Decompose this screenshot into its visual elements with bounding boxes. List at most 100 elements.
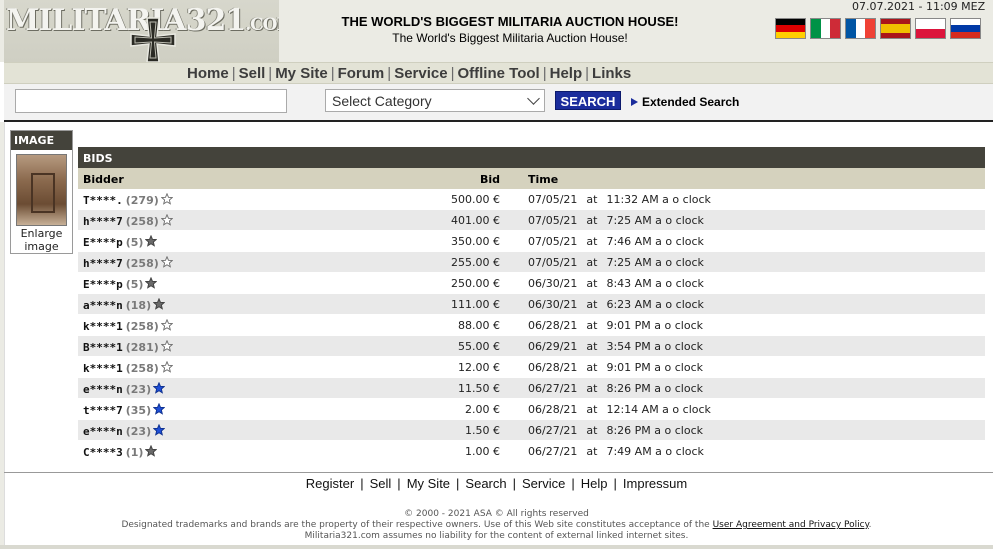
search-button[interactable]: SEARCH (555, 91, 621, 110)
nav-forum[interactable]: Forum (335, 65, 388, 82)
star-icon (160, 256, 173, 268)
nav-my-site[interactable]: My Site (272, 65, 331, 82)
legal-text-post: . (868, 520, 872, 530)
footer-link-help[interactable]: Help (581, 476, 608, 491)
image-panel-header: IMAGE (11, 131, 72, 150)
star-icon (145, 445, 158, 457)
bidder-cell[interactable]: e****n (23) (83, 424, 166, 438)
table-row: T****. (279) 500.00 € 07/05/21 at 11:32 AM a … (78, 189, 985, 210)
bid-clock: 7:25 AM a o clock (606, 214, 704, 227)
category-select[interactable]: Select Category (325, 89, 545, 112)
extended-search-label: Extended Search (642, 95, 740, 109)
russia-flag[interactable] (950, 18, 981, 39)
nav-links[interactable]: Links (589, 65, 634, 82)
bidder-score: (1) (125, 446, 144, 459)
france-flag[interactable] (845, 18, 876, 39)
bidder-name[interactable]: T****. (83, 194, 123, 207)
poland-flag[interactable] (915, 18, 946, 39)
star-icon (145, 235, 158, 247)
bidder-name[interactable]: E****p (83, 278, 123, 291)
bottom-strip (0, 545, 993, 549)
footer-link-register[interactable]: Register (306, 476, 354, 491)
germany-flag[interactable] (775, 18, 806, 39)
bidder-name[interactable]: C****3 (83, 446, 123, 459)
bidder-cell[interactable]: k****1 (258) (83, 361, 173, 375)
table-row: k****1 (258) 88.00 € 06/28/21 at 9:01 PM a o … (78, 315, 985, 336)
bidder-name[interactable]: t****7 (83, 404, 123, 417)
table-row: B****1 (281) 55.00 € 06/29/21 at 3:54 PM a o … (78, 336, 985, 357)
arrow-right-icon (631, 98, 638, 106)
search-input[interactable] (15, 89, 287, 113)
bidder-name[interactable]: k****1 (83, 362, 123, 375)
bidder-name[interactable]: h****7 (83, 215, 123, 228)
bid-at: at (586, 277, 598, 290)
bidder-cell[interactable]: E****p (5) (83, 235, 158, 249)
footer-link-sell[interactable]: Sell (370, 476, 392, 491)
bid-amount: 350.00 € (451, 235, 500, 248)
footer-link-search[interactable]: Search (465, 476, 506, 491)
footer-link-impressum[interactable]: Impressum (623, 476, 687, 491)
legal-text: Designated trademarks and brands are the… (0, 520, 993, 531)
bidder-score: (258) (125, 362, 159, 375)
bidder-cell[interactable]: t****7 (35) (83, 403, 166, 417)
nav-service[interactable]: Service (391, 65, 450, 82)
col-bid: Bid (480, 173, 501, 186)
bid-date: 06/28/21 (528, 361, 578, 374)
bidder-cell[interactable]: h****7 (258) (83, 256, 173, 270)
bid-time: 06/30/21 at 6:23 AM a o clock (528, 298, 704, 311)
footer-separator: | (397, 476, 401, 491)
image-panel: IMAGE Enlarge image (10, 130, 73, 254)
bid-at: at (586, 445, 598, 458)
bidder-cell[interactable]: e****n (23) (83, 382, 166, 396)
bidder-score: (35) (125, 404, 152, 417)
bid-date: 06/27/21 (528, 445, 578, 458)
bidder-cell[interactable]: a****n (18) (83, 298, 166, 312)
bidder-cell[interactable]: T****. (279) (83, 193, 173, 207)
bid-amount: 1.00 € (465, 445, 500, 458)
bid-clock: 8:26 PM a o clock (606, 424, 704, 437)
footer-divider (4, 472, 993, 473)
bid-date: 06/27/21 (528, 382, 578, 395)
footer-link-service[interactable]: Service (522, 476, 565, 491)
footer-link-my-site[interactable]: My Site (407, 476, 450, 491)
enlarge-image-link[interactable]: Enlarge image (11, 227, 72, 253)
tagline: THE WORLD'S BIGGEST MILITARIA AUCTION HO… (290, 14, 730, 45)
spain-flag[interactable] (880, 18, 911, 39)
bidder-score: (5) (125, 236, 144, 249)
bid-time: 07/05/21 at 7:25 AM a o clock (528, 256, 704, 269)
site-logo[interactable]: MILITARIA321.COM (4, 0, 279, 62)
italy-flag[interactable] (810, 18, 841, 39)
col-time: Time (528, 173, 559, 186)
bidder-score: (258) (125, 215, 159, 228)
bidder-cell[interactable]: h****7 (258) (83, 214, 173, 228)
nav-offline-tool[interactable]: Offline Tool (454, 65, 542, 82)
site-header: MILITARIA321.COM THE WORLD'S BIGGEST MIL… (0, 0, 993, 62)
star-icon (153, 298, 166, 310)
bidder-name[interactable]: a****n (83, 299, 123, 312)
star-icon (160, 340, 173, 352)
copyright-text: © 2000 - 2021 ASA © All rights reserved (404, 509, 589, 519)
bid-at: at (586, 403, 598, 416)
enlarge-line2: image (24, 240, 59, 253)
bidder-cell[interactable]: C****3 (1) (83, 445, 158, 459)
bidder-name[interactable]: k****1 (83, 320, 123, 333)
bidder-cell[interactable]: E****p (5) (83, 277, 158, 291)
nav-home[interactable]: Home (184, 65, 232, 82)
bidder-cell[interactable]: k****1 (258) (83, 319, 173, 333)
footer-legal: © 2000 - 2021 ASA © All rights reserved … (0, 509, 993, 542)
item-thumbnail[interactable] (16, 154, 67, 226)
bidder-name[interactable]: e****n (83, 383, 123, 396)
bidder-name[interactable]: h****7 (83, 257, 123, 270)
user-agreement-link[interactable]: User Agreement and Privacy Policy (713, 520, 869, 530)
bidder-name[interactable]: B****1 (83, 341, 123, 354)
bid-clock: 12:14 AM a o clock (606, 403, 711, 416)
nav-sell[interactable]: Sell (236, 65, 269, 82)
bid-clock: 7:46 AM a o clock (606, 235, 704, 248)
nav-help[interactable]: Help (547, 65, 586, 82)
bid-time: 07/05/21 at 7:25 AM a o clock (528, 214, 704, 227)
extended-search-link[interactable]: Extended Search (631, 95, 739, 109)
bidder-name[interactable]: E****p (83, 236, 123, 249)
bidder-cell[interactable]: B****1 (281) (83, 340, 173, 354)
bidder-name[interactable]: e****n (83, 425, 123, 438)
star-icon (153, 403, 166, 415)
